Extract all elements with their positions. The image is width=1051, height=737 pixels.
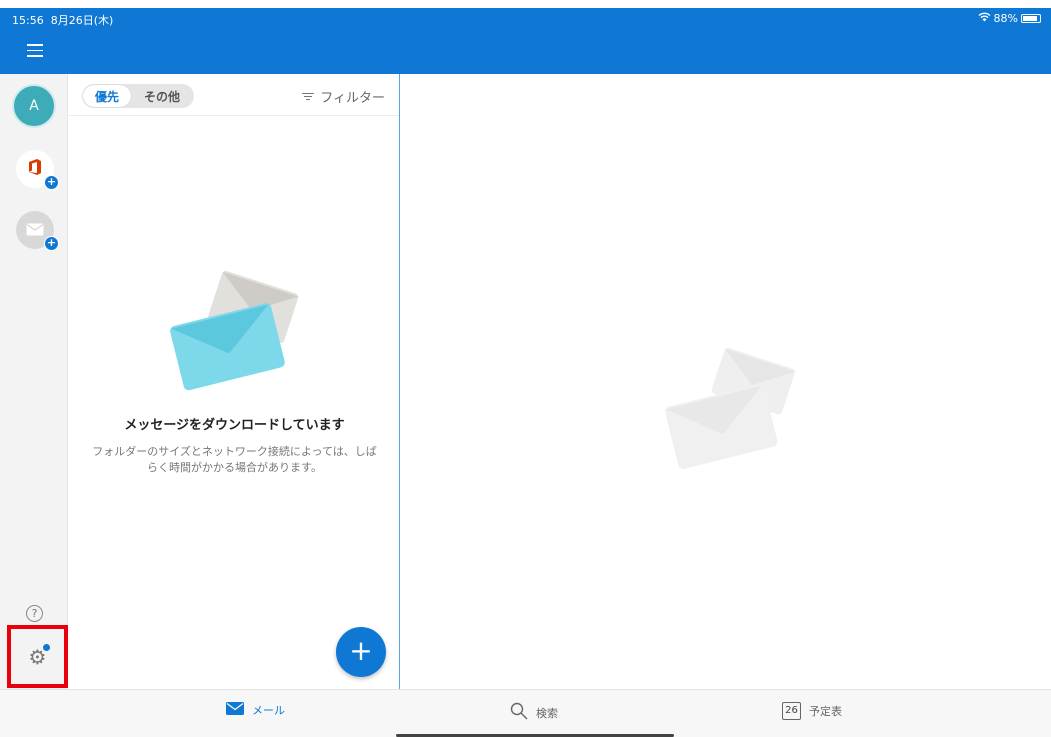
tab-mail[interactable]: メール	[226, 702, 285, 718]
list-header: 優先 その他 フィルター	[69, 74, 399, 116]
status-time: 15:56 8月26日(木)	[12, 14, 114, 27]
tab-focused[interactable]: 優先	[83, 85, 131, 107]
app-header	[0, 28, 1051, 74]
filter-label: フィルター	[320, 91, 385, 106]
message-list-pane: 優先 その他 フィルター メッセージをダウンロードしています フォルダーのサイズ…	[69, 74, 400, 689]
tab-search[interactable]: 検索	[510, 702, 558, 723]
account-avatar[interactable]: A	[12, 84, 56, 128]
empty-state-title: メッセージをダウンロードしています	[124, 418, 345, 433]
gear-icon[interactable]: ⚙	[29, 643, 51, 669]
status-right: 88%	[978, 12, 1041, 25]
plus-badge-icon: +	[44, 175, 59, 190]
tab-calendar-label: 予定表	[809, 705, 842, 718]
add-mail-account-button[interactable]: +	[16, 211, 59, 251]
tab-search-label: 検索	[536, 706, 558, 720]
hamburger-icon[interactable]	[27, 44, 43, 57]
account-initial: A	[29, 98, 39, 114]
reading-pane-envelopes-icon	[663, 336, 803, 480]
status-bar: 15:56 8月26日(木) 88%	[0, 8, 1051, 28]
bottom-tab-bar: メール 検索 26 予定表	[0, 689, 1051, 737]
envelopes-illustration	[165, 252, 305, 396]
reading-pane	[401, 74, 1051, 689]
tab-calendar[interactable]: 26 予定表	[782, 702, 842, 720]
wifi-icon	[978, 12, 991, 25]
tab-other[interactable]: その他	[131, 85, 193, 107]
tab-mail-label: メール	[252, 704, 285, 717]
add-office-account-button[interactable]: +	[16, 150, 59, 190]
plus-badge-icon: +	[44, 236, 59, 251]
search-icon	[510, 702, 528, 723]
account-sidebar: A + + ? ⚙	[0, 74, 68, 689]
inbox-segment-control: 優先 その他	[82, 84, 194, 108]
compose-button[interactable]: +	[336, 627, 386, 677]
filter-button[interactable]: フィルター	[302, 87, 385, 106]
help-icon[interactable]: ?	[26, 605, 43, 622]
battery-icon	[1021, 14, 1041, 23]
calendar-icon: 26	[782, 702, 801, 720]
mail-account-icon	[26, 221, 44, 240]
mail-icon	[226, 702, 244, 718]
office-icon	[27, 158, 43, 180]
notification-dot	[43, 643, 51, 651]
settings-highlight-box: ⚙	[7, 625, 68, 688]
battery-percent: 88%	[993, 12, 1018, 25]
empty-state-description: フォルダーのサイズとネットワーク接続によっては、しばらく時間がかかる場合がありま…	[92, 445, 377, 474]
filter-icon	[302, 91, 315, 102]
